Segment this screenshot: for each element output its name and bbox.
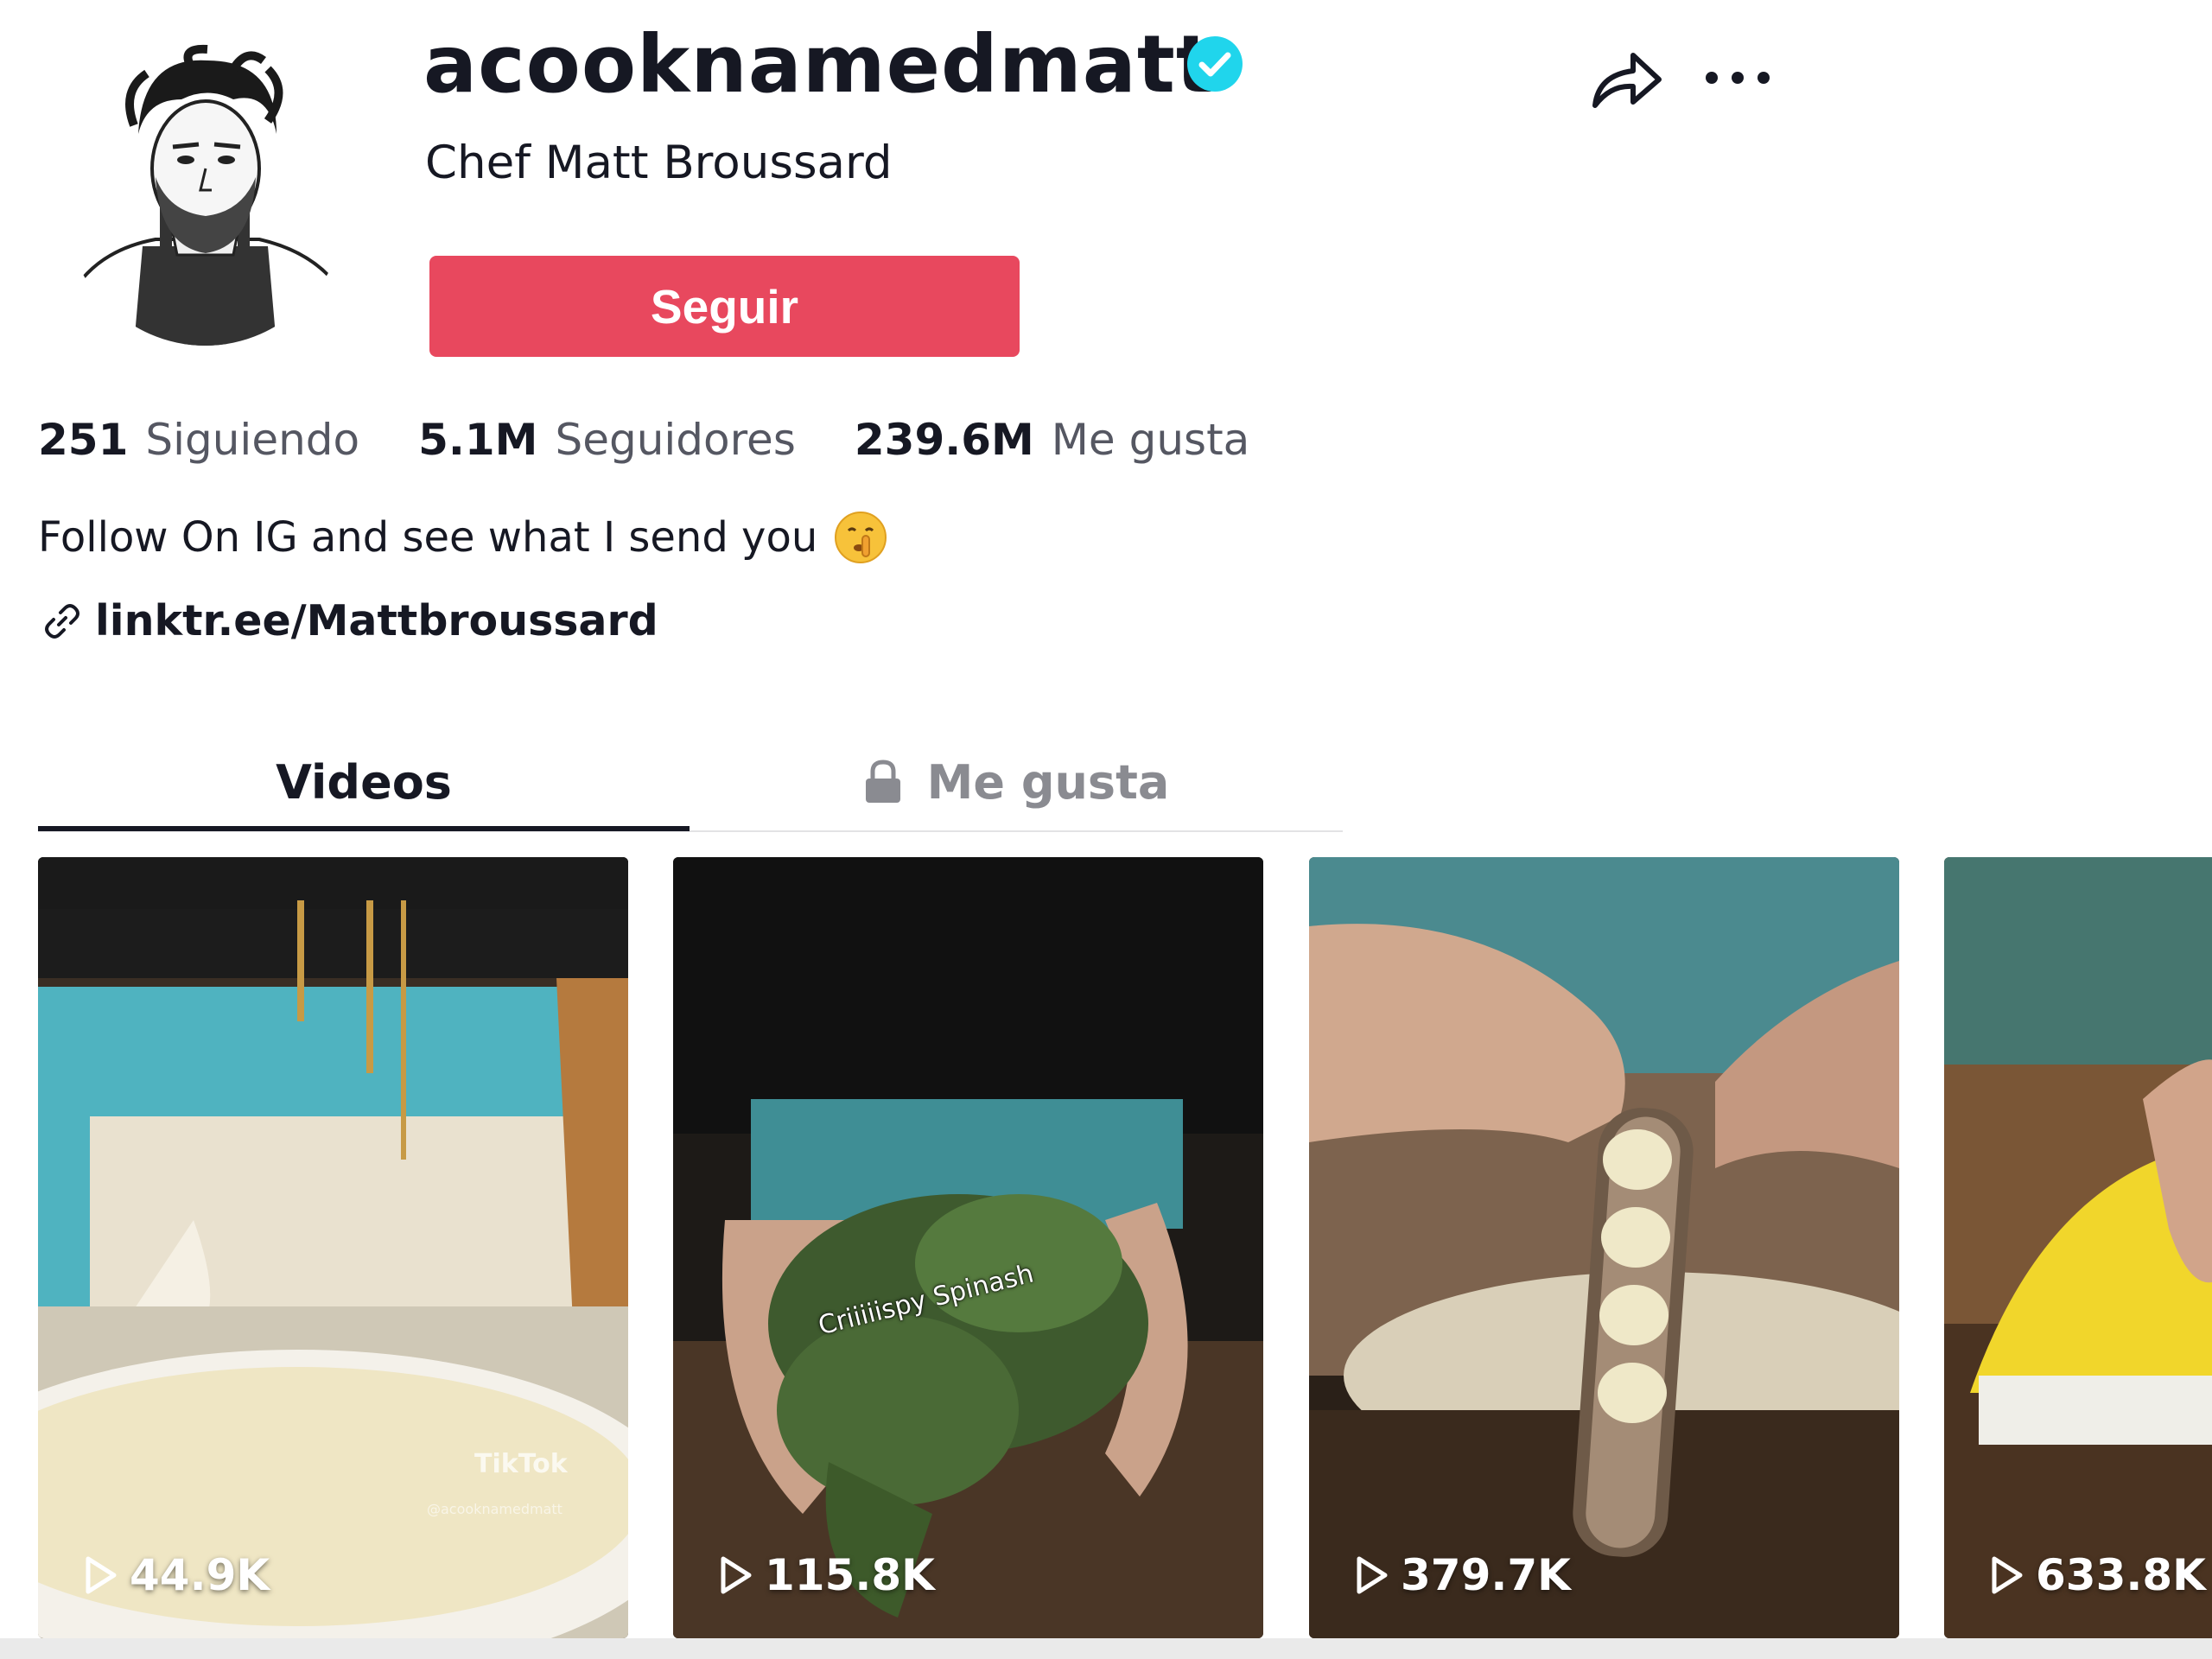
bottom-edge (0, 1638, 2212, 1659)
video-view-count: 633.8K (1989, 1550, 2206, 1600)
tab-videos[interactable]: Videos (38, 734, 690, 830)
video-thumbnail[interactable]: 379.7K (1309, 857, 1899, 1638)
chain-link-icon (45, 603, 79, 639)
view-count-text: 115.8K (765, 1550, 935, 1600)
video-thumbnail[interactable]: Criiiiispy Spinash 115.8K (673, 857, 1263, 1638)
followers-label: Seguidores (555, 415, 796, 465)
share-arrow-icon (1592, 53, 1662, 108)
tab-likes[interactable]: Me gusta (690, 734, 1343, 830)
view-count-text: 379.7K (1401, 1550, 1571, 1600)
video-view-count: 44.9K (83, 1550, 270, 1600)
bio-text: Follow On IG and see what I send you (38, 513, 818, 562)
profile-bio: Follow On IG and see what I send you (38, 510, 888, 565)
following-count: 251 (38, 415, 129, 465)
likes-count: 239.6M (854, 415, 1034, 465)
more-dots-icon (1706, 72, 1770, 84)
more-options-button[interactable] (1699, 60, 1777, 95)
play-outline-icon (1992, 1556, 2023, 1594)
profile-link-text: linktr.ee/Mattbroussard (95, 596, 658, 645)
video-thumbnail-image (38, 857, 628, 1638)
play-outline-icon (1357, 1556, 1388, 1594)
video-view-count: 115.8K (718, 1550, 935, 1600)
shushing-face-emoji (835, 512, 887, 563)
play-outline-icon (721, 1556, 752, 1594)
tiktok-watermark-handle: @acooknamedmatt (427, 1501, 563, 1517)
video-thumbnail[interactable]: TikTok @acooknamedmatt 44.9K (38, 857, 628, 1638)
likes-label: Me gusta (1051, 415, 1250, 465)
video-thumbnail[interactable]: 633.8K (1944, 857, 2212, 1638)
tab-videos-label: Videos (276, 754, 452, 810)
video-view-count: 379.7K (1354, 1550, 1571, 1600)
view-count-text: 44.9K (130, 1550, 270, 1600)
video-thumbnail-image (1944, 857, 2212, 1638)
view-count-text: 633.8K (2036, 1550, 2206, 1600)
following-stat[interactable]: 251 Siguiendo (38, 415, 359, 465)
follow-button[interactable]: Seguir (429, 256, 1020, 357)
profile-display-name: Chef Matt Broussard (425, 137, 893, 189)
play-outline-icon (86, 1556, 117, 1594)
verified-badge-icon (1185, 35, 1244, 93)
lock-icon (865, 760, 900, 803)
profile-link[interactable]: linktr.ee/Mattbroussard (41, 596, 658, 645)
profile-stats: 251 Siguiendo 5.1M Seguidores 239.6M Me … (38, 415, 1308, 475)
tab-likes-label: Me gusta (926, 754, 1170, 810)
followers-count: 5.1M (418, 415, 538, 465)
tiktok-watermark: TikTok (474, 1449, 568, 1479)
followers-stat[interactable]: 5.1M Seguidores (418, 415, 796, 465)
active-tab-indicator (38, 826, 690, 831)
profile-avatar (60, 39, 350, 346)
video-thumbnail-image (1309, 857, 1899, 1638)
share-button[interactable] (1588, 45, 1666, 114)
following-label: Siguiendo (145, 415, 360, 465)
profile-tabs: Videos Me gusta (38, 734, 1343, 834)
profile-username: acooknamedmatt (423, 18, 1215, 111)
likes-stat: 239.6M Me gusta (855, 415, 1249, 465)
video-thumbnail-image (673, 857, 1263, 1638)
